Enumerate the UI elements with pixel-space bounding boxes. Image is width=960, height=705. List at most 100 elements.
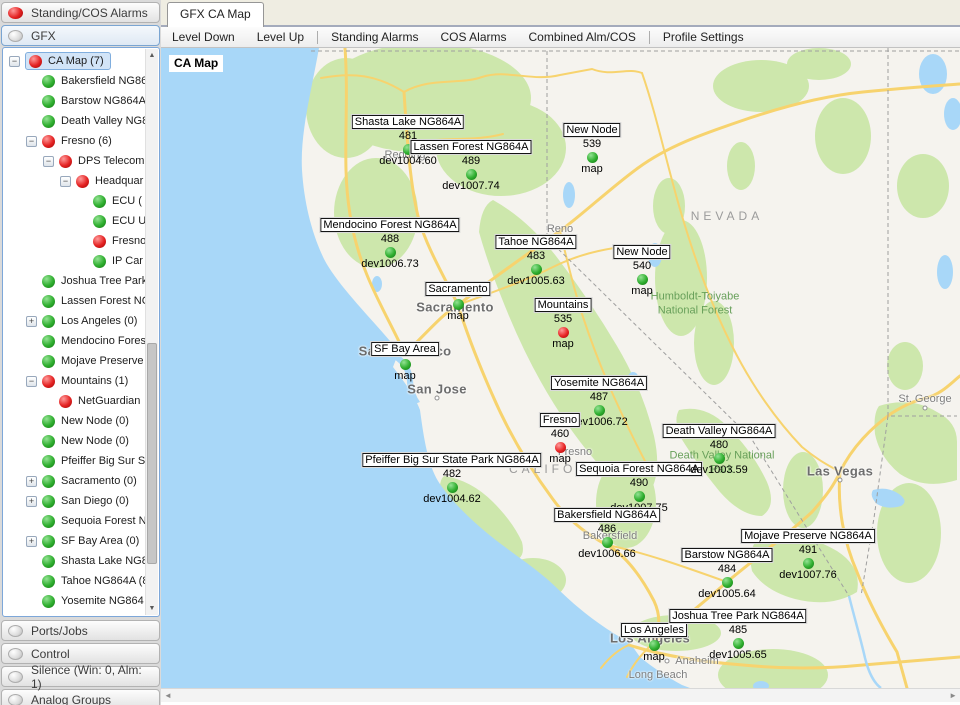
expand-toggle-icon[interactable]: + (26, 496, 37, 507)
node-label[interactable]: Mendocino Forest NG864A (320, 218, 459, 232)
node-label[interactable]: Sacramento (425, 282, 490, 296)
green-status-icon (42, 595, 55, 608)
tree-item[interactable]: Tahoe NG864A (8 (3, 571, 145, 591)
green-node-icon (447, 482, 458, 493)
accordion-gfx[interactable]: GFX (1, 25, 160, 46)
tree-item[interactable]: Fresno (3, 231, 145, 251)
accordion-standing-cos-alarms[interactable]: Standing/COS Alarms (1, 2, 160, 23)
node-label[interactable]: Tahoe NG864A (495, 235, 576, 249)
scroll-down-icon[interactable]: ▼ (146, 602, 158, 615)
collapse-toggle-icon[interactable]: − (9, 56, 20, 67)
tree-item-label: Headquar (95, 175, 143, 187)
tree-item[interactable]: Joshua Tree Park (3, 271, 145, 291)
tree-item[interactable]: Lassen Forest NG (3, 291, 145, 311)
tree-item[interactable]: Bakersfield NG86 (3, 71, 145, 91)
node-device-label: map (394, 370, 415, 382)
tree-item[interactable]: Mojave Preserve (3, 351, 145, 371)
scroll-up-icon[interactable]: ▲ (146, 49, 158, 62)
tab-gfx-ca-map[interactable]: GFX CA Map (167, 2, 264, 27)
node-label[interactable]: Barstow NG864A (682, 548, 773, 562)
tree-item[interactable]: Shasta Lake NG8 (3, 551, 145, 571)
node-label[interactable]: Mojave Preserve NG864A (741, 529, 875, 543)
node-label[interactable]: Sequoia Forest NG864A (576, 462, 702, 476)
tree-item[interactable]: Yosemite NG864 (3, 591, 145, 611)
node-label[interactable]: Death Valley NG864A (663, 424, 776, 438)
horizontal-scrollbar[interactable]: ◄ ► (161, 688, 960, 702)
node-label[interactable]: Los Angeles (621, 623, 687, 637)
green-node-icon (637, 274, 648, 285)
city-label: San Jose (407, 382, 466, 397)
tree-item[interactable]: NetGuardian (3, 391, 145, 411)
node-device-label: map (643, 651, 664, 663)
node-label[interactable]: Fresno (540, 413, 580, 427)
tree-item[interactable]: − Headquar (3, 171, 145, 191)
tree-item-label: Mendocino Fores (61, 335, 145, 347)
tree-item[interactable]: IP Car (3, 251, 145, 271)
expand-toggle-icon[interactable]: + (26, 536, 37, 547)
node-label[interactable]: Mountains (535, 298, 592, 312)
accordion-silence-win-alm-[interactable]: Silence (Win: 0, Alm: 1) (1, 666, 160, 687)
green-node-icon (385, 247, 396, 258)
node-label[interactable]: Yosemite NG864A (551, 376, 647, 390)
collapse-toggle-icon[interactable]: − (26, 136, 37, 147)
node-label[interactable]: Joshua Tree Park NG864A (669, 609, 806, 623)
tree-item[interactable]: Mendocino Fores (3, 331, 145, 351)
tree-item[interactable]: +San Diego (0) (3, 491, 145, 511)
selected-tree-item[interactable]: CA Map (7) (25, 52, 111, 70)
node-number: 460 (551, 428, 569, 440)
node-label[interactable]: New Node (613, 245, 670, 259)
tree-item-label: Yosemite NG864 (61, 595, 144, 607)
tree-item[interactable]: Death Valley NG8 (3, 111, 145, 131)
tree-item[interactable]: New Node (0) (3, 431, 145, 451)
city-label: Las Vegas (807, 464, 873, 479)
node-number: 491 (799, 544, 817, 556)
tree-scrollbar[interactable]: ▲ ▼ (145, 49, 158, 615)
toolbar-button-standing-alarms[interactable]: Standing Alarms (320, 27, 429, 47)
expand-toggle-icon[interactable]: + (26, 316, 37, 327)
expand-toggle-icon[interactable]: + (26, 476, 37, 487)
green-node-icon (453, 299, 464, 310)
tree-item[interactable]: −Mountains (1) (3, 371, 145, 391)
toolbar-button-level-up[interactable]: Level Up (246, 27, 315, 47)
tree-item[interactable]: −Fresno (6) (3, 131, 145, 151)
park-label: Humboldt-Toiyabe National Forest (635, 290, 755, 318)
tree-item[interactable]: +Sacramento (0) (3, 471, 145, 491)
tree-item[interactable]: ECU U (3, 211, 145, 231)
tree-item[interactable]: − DPS Telecom (3, 151, 145, 171)
node-label[interactable]: Pfeiffer Big Sur State Park NG864A (362, 453, 541, 467)
tree-item[interactable]: Pfeiffer Big Sur S (3, 451, 145, 471)
toolbar-button-combined-alm-cos[interactable]: Combined Alm/COS (517, 27, 646, 47)
toolbar-button-profile-settings[interactable]: Profile Settings (652, 27, 755, 47)
node-device-label: dev1005.63 (507, 275, 565, 287)
collapse-toggle-icon[interactable]: − (43, 156, 54, 167)
sidebar: Standing/COS Alarms GFX −CA Map (7)Baker… (0, 0, 161, 705)
collapse-toggle-icon[interactable]: − (60, 176, 71, 187)
node-device-label: dev1003.59 (690, 464, 748, 476)
accordion-ports-jobs[interactable]: Ports/Jobs (1, 620, 160, 641)
tree-item-label: DPS Telecom (78, 155, 144, 167)
collapse-toggle-icon[interactable]: − (26, 376, 37, 387)
tree-item[interactable]: ECU ( (3, 191, 145, 211)
node-label[interactable]: New Node (563, 123, 620, 137)
tree-item[interactable]: New Node (0) (3, 411, 145, 431)
accordion-analog-groups[interactable]: Analog Groups (1, 689, 160, 705)
tree-item[interactable]: +Los Angeles (0) (3, 311, 145, 331)
green-status-icon (42, 455, 55, 468)
node-device-label: map (447, 310, 468, 322)
node-label[interactable]: Lassen Forest NG864A (411, 140, 532, 154)
accordion-control[interactable]: Control (1, 643, 160, 664)
node-label[interactable]: Bakersfield NG864A (554, 508, 660, 522)
node-label[interactable]: SF Bay Area (371, 342, 439, 356)
tree-item[interactable]: +SF Bay Area (0) (3, 531, 145, 551)
tree-item-label: Sequoia Forest N (61, 515, 145, 527)
tree-item[interactable]: Sequoia Forest N (3, 511, 145, 531)
node-label[interactable]: Shasta Lake NG864A (352, 115, 464, 129)
toolbar-button-cos-alarms[interactable]: COS Alarms (429, 27, 517, 47)
scroll-left-icon[interactable]: ◄ (164, 691, 172, 700)
scroll-thumb[interactable] (147, 343, 157, 564)
toolbar-button-level-down[interactable]: Level Down (161, 27, 246, 47)
scroll-right-icon[interactable]: ► (949, 691, 957, 700)
tree-item[interactable]: Barstow NG864A (3, 91, 145, 111)
tree-item[interactable]: −CA Map (7) (3, 51, 145, 71)
tree-item-label: Shasta Lake NG8 (61, 555, 145, 567)
